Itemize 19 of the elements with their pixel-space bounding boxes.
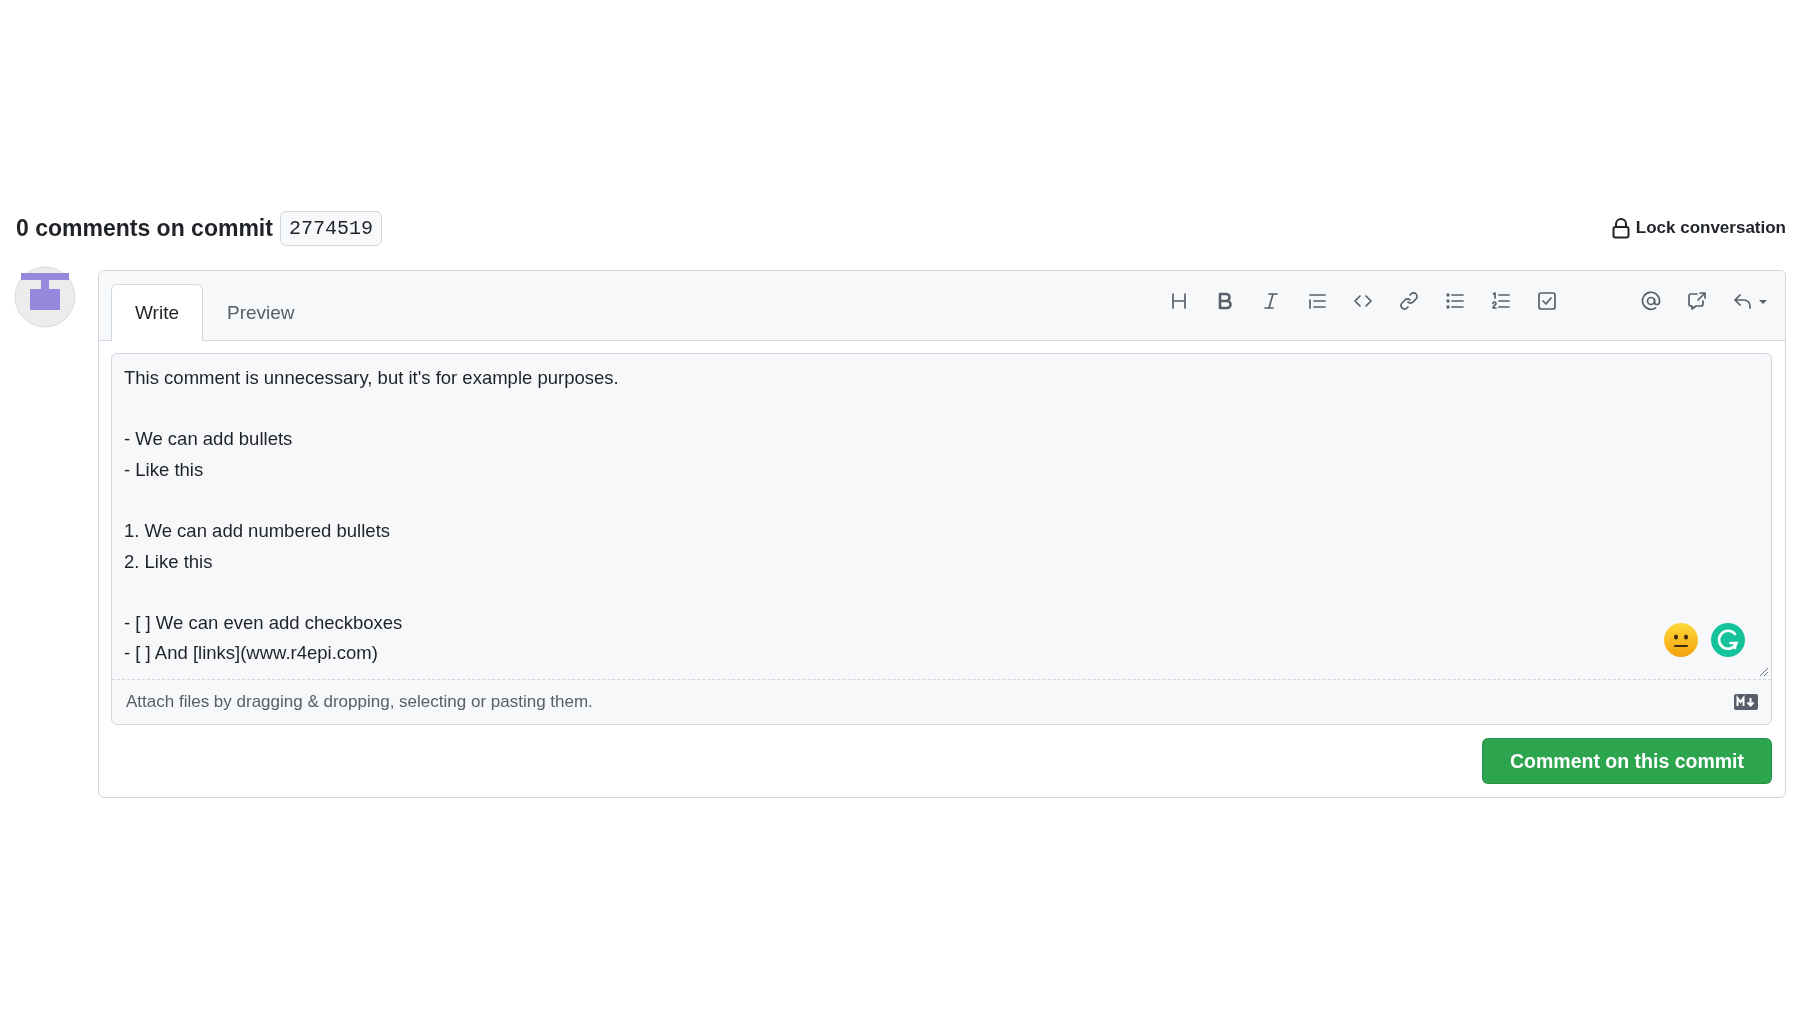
resize-handle-icon[interactable] [1759, 667, 1769, 677]
task-list-icon[interactable] [1537, 290, 1557, 311]
italic-icon[interactable] [1261, 290, 1281, 311]
editor-tab[interactable]: Write [111, 284, 203, 341]
avatar-icon[interactable] [14, 266, 76, 328]
numbered-list-icon[interactable] [1491, 290, 1511, 311]
link-icon[interactable] [1399, 290, 1419, 311]
markdown-icon[interactable] [1734, 694, 1758, 710]
cross-reference-icon[interactable] [1687, 290, 1707, 311]
comment-field[interactable]: This comment is unnecessary, but it's for example purposes. - We can add bullets - Like this 1. We can add numbered bullets 2. Like this - [ ] We can even add checkboxes - [ ] And [links](www.r4epi.com) [112, 354, 1771, 679]
commit-sha[interactable]: 2774519 [279, 210, 382, 246]
mention-icon[interactable] [1641, 290, 1661, 311]
editor-tab[interactable]: Preview [203, 284, 319, 340]
lock-conversation-button[interactable]: Lock conversation [1611, 217, 1786, 239]
attach-files-hint: Attach files by dragging & dropping, selecting or pasting them. [126, 692, 593, 712]
comment-count-heading: 0 comments on commit [16, 214, 273, 242]
neutral-face-icon [1664, 623, 1698, 657]
lock-icon [1611, 217, 1630, 239]
heading-icon[interactable] [1169, 290, 1189, 311]
